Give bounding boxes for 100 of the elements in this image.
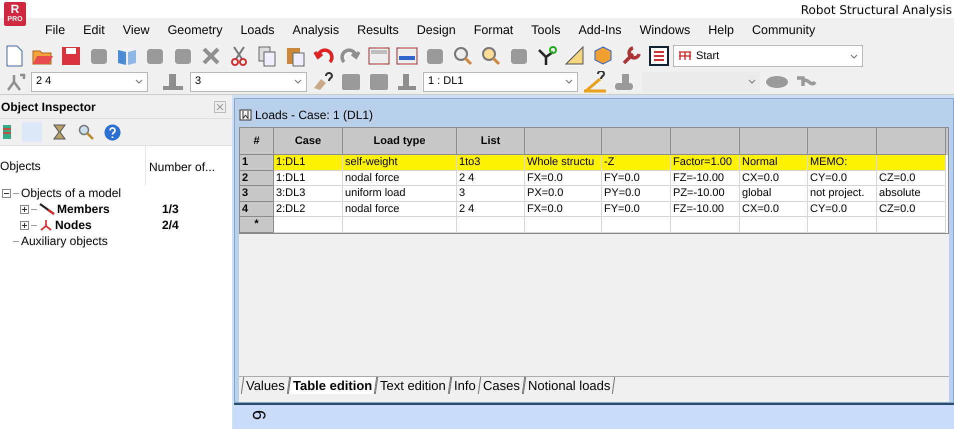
save-icon[interactable] <box>59 44 83 68</box>
bars-selection-icon[interactable] <box>5 72 27 92</box>
table-cell: FY=0.0 <box>602 170 671 186</box>
table-cell: nodal force <box>343 170 457 186</box>
expand-toggle-icon[interactable] <box>20 220 29 230</box>
member-icon <box>39 203 55 215</box>
menu-item[interactable]: Tools <box>531 20 560 40</box>
filter-list-icon[interactable] <box>2 124 12 140</box>
table-cell: CZ=0.0 <box>877 202 946 218</box>
menu-item[interactable]: Geometry <box>168 20 222 40</box>
tab[interactable]: Cases <box>478 377 526 394</box>
nodes-selection-icon[interactable] <box>160 72 186 92</box>
expand-toggle-icon[interactable] <box>20 204 29 214</box>
menu-item[interactable]: Results <box>357 20 399 40</box>
table-cell: CY=0.0 <box>808 202 877 218</box>
table-cell: 3 <box>457 186 525 202</box>
table-cell: 2 4 <box>457 202 525 218</box>
object-count: 1/3 <box>162 201 179 218</box>
menu-item[interactable]: Format <box>474 20 514 40</box>
structure-icon[interactable] <box>535 44 559 68</box>
menu-item[interactable]: Windows <box>640 20 690 40</box>
table-cell: absolute <box>877 186 946 202</box>
tree-item[interactable]: Auxiliary objects <box>21 232 108 250</box>
hand-question-icon[interactable] <box>311 72 335 92</box>
table-cell: MEMO: <box>808 155 877 171</box>
zoom-icon[interactable] <box>451 44 475 68</box>
table-cell: CX=0.0 <box>740 202 808 218</box>
chevron-down-icon[interactable] <box>850 54 858 58</box>
tree-item[interactable]: Objects of a model <box>21 184 122 202</box>
chevron-down-icon[interactable] <box>294 79 302 84</box>
row-header[interactable]: 3 <box>240 186 274 202</box>
tab[interactable]: Table edition <box>288 377 378 394</box>
table-cell: 3:DL3 <box>274 186 343 202</box>
tree-item[interactable]: Members <box>57 200 110 218</box>
column-header: Objects <box>0 158 42 174</box>
load-case-icon[interactable] <box>395 72 419 92</box>
table-cell: CX=0.0 <box>740 170 808 186</box>
menu-item[interactable]: Analysis <box>292 20 340 40</box>
tab[interactable]: Values <box>240 377 290 394</box>
row-header[interactable]: * <box>240 217 274 233</box>
object-count: 2/4 <box>162 217 179 234</box>
menu-item[interactable]: File <box>45 20 66 40</box>
table-cell: 2:DL2 <box>274 202 343 218</box>
loads-window-title: Loads - Case: 1 (DL1) <box>255 107 374 124</box>
table-cell: PX=0.0 <box>525 186 602 202</box>
table-cell: nodal force <box>343 202 457 218</box>
table-cell: FX=0.0 <box>525 202 602 218</box>
table-cell: CZ=0.0 <box>877 170 946 186</box>
menu-item[interactable]: Help <box>708 20 734 40</box>
tab[interactable]: Text edition <box>374 377 451 394</box>
table-cell: Factor=1.00 <box>671 155 740 171</box>
menu-item[interactable]: Community <box>752 20 816 40</box>
node-icon <box>39 219 53 231</box>
menu-item[interactable]: Edit <box>83 20 105 40</box>
layout-combo[interactable]: Start <box>673 45 863 67</box>
menu-item[interactable]: View <box>122 20 150 40</box>
menu-item[interactable]: Loads <box>240 20 275 40</box>
table-cell: global <box>740 186 808 202</box>
bars-combo[interactable]: 2 4 <box>31 72 148 92</box>
table-cell: FZ=-10.00 <box>671 170 740 186</box>
layout-icon <box>678 51 692 61</box>
table-cell: self-weight <box>343 155 457 171</box>
table-cell: FX=0.0 <box>525 170 602 186</box>
table-cell: PY=0.0 <box>602 186 671 202</box>
tab[interactable]: Notional loads <box>523 377 616 394</box>
table-icon[interactable] <box>647 44 671 68</box>
table-cell: uniform load <box>343 186 457 202</box>
load-question-icon[interactable] <box>582 70 608 93</box>
help-icon[interactable] <box>104 124 121 140</box>
tab[interactable]: Info <box>448 377 481 394</box>
row-header[interactable]: 1 <box>240 155 274 171</box>
column-header: Number of... <box>145 146 216 185</box>
row-header[interactable]: 4 <box>240 202 274 218</box>
table-cell: Normal <box>740 155 808 171</box>
table-cell: not project. <box>808 186 877 202</box>
canvas-label: 6 <box>252 410 266 420</box>
search-icon[interactable] <box>78 124 94 140</box>
close-icon[interactable] <box>214 100 226 112</box>
table-cell: FY=0.0 <box>602 202 671 218</box>
row-header[interactable]: 2 <box>240 170 274 186</box>
table-cell: -Z <box>602 155 671 171</box>
menu-item[interactable]: Design <box>416 20 456 40</box>
chevron-down-icon[interactable] <box>565 79 573 84</box>
zoom-pan-icon[interactable] <box>479 44 503 68</box>
table-cell: Whole structu <box>525 155 602 171</box>
table-cell: 1to3 <box>457 155 525 171</box>
chevron-down-icon[interactable] <box>748 79 756 84</box>
table-cell: PZ=-10.00 <box>671 186 740 202</box>
tree-item[interactable]: Nodes <box>55 216 92 234</box>
hourglass-icon[interactable] <box>52 124 68 140</box>
menu-item[interactable]: Add-Ins <box>578 20 622 40</box>
collapse-toggle-icon[interactable] <box>2 188 11 198</box>
chevron-down-icon[interactable] <box>135 79 143 84</box>
table-cell: 1:DL1 <box>274 170 343 186</box>
window-icon <box>239 109 252 121</box>
table-cell: 1:DL1 <box>274 155 343 171</box>
nodes-combo[interactable]: 3 <box>190 72 307 92</box>
table-cell: CY=0.0 <box>808 170 877 186</box>
case-combo[interactable]: 1 : DL1 <box>423 72 578 92</box>
panel-title: Object Inspector <box>1 98 96 116</box>
